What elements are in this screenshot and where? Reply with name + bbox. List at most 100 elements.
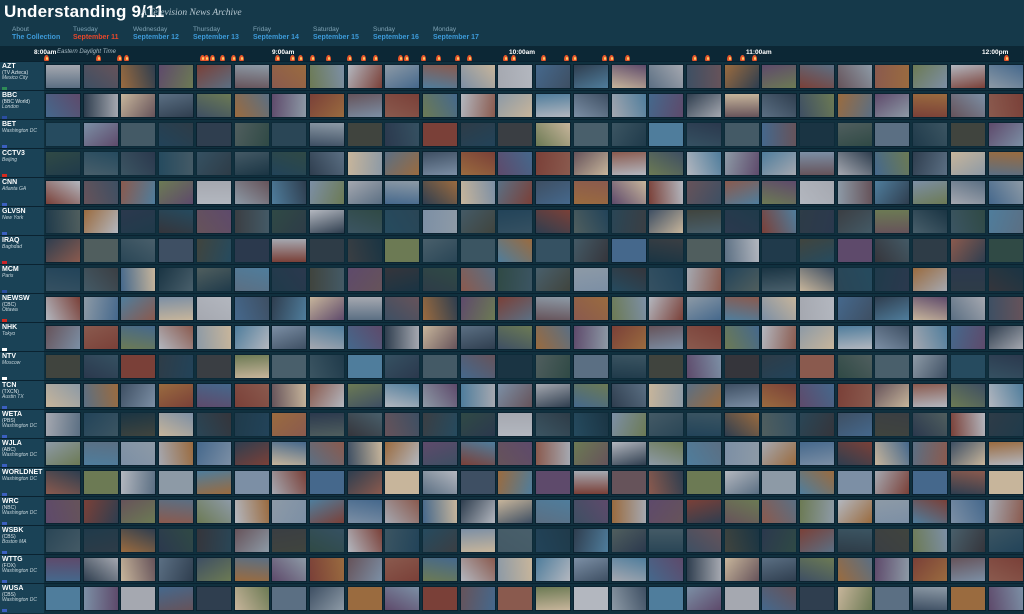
video-thumbnail[interactable] (874, 557, 910, 582)
video-thumbnail[interactable] (120, 267, 156, 292)
video-thumbnail[interactable] (799, 528, 835, 553)
video-thumbnail[interactable] (611, 64, 647, 89)
day-tab-6[interactable]: Sunday September 16 (373, 26, 419, 42)
video-thumbnail[interactable] (309, 586, 345, 611)
video-thumbnail[interactable] (535, 296, 571, 321)
video-thumbnail[interactable] (912, 180, 948, 205)
video-thumbnail[interactable] (761, 238, 797, 263)
channel-label[interactable]: WSBK (CBS) Boston MA (0, 526, 44, 555)
video-thumbnail[interactable] (234, 209, 270, 234)
video-thumbnail[interactable] (120, 93, 156, 118)
video-thumbnail[interactable] (912, 122, 948, 147)
video-thumbnail[interactable] (158, 528, 194, 553)
video-thumbnail[interactable] (460, 528, 496, 553)
video-thumbnail[interactable] (761, 64, 797, 89)
video-thumbnail[interactable] (234, 238, 270, 263)
video-thumbnail[interactable] (611, 528, 647, 553)
video-thumbnail[interactable] (45, 528, 81, 553)
video-thumbnail[interactable] (724, 64, 760, 89)
video-thumbnail[interactable] (724, 238, 760, 263)
video-thumbnail[interactable] (874, 412, 910, 437)
video-thumbnail[interactable] (384, 122, 420, 147)
video-thumbnail[interactable] (460, 209, 496, 234)
video-thumbnail[interactable] (950, 122, 986, 147)
video-thumbnail[interactable] (271, 354, 307, 379)
video-thumbnail[interactable] (535, 441, 571, 466)
video-thumbnail[interactable] (799, 499, 835, 524)
video-thumbnail[interactable] (648, 383, 684, 408)
video-thumbnail[interactable] (988, 325, 1024, 350)
video-thumbnail[interactable] (724, 412, 760, 437)
video-thumbnail[interactable] (686, 122, 722, 147)
video-thumbnail[interactable] (497, 238, 533, 263)
video-thumbnail[interactable] (573, 151, 609, 176)
video-thumbnail[interactable] (196, 383, 232, 408)
video-thumbnail[interactable] (497, 528, 533, 553)
video-thumbnail[interactable] (988, 586, 1024, 611)
video-thumbnail[interactable] (573, 383, 609, 408)
video-thumbnail[interactable] (422, 267, 458, 292)
video-thumbnail[interactable] (83, 267, 119, 292)
video-thumbnail[interactable] (874, 122, 910, 147)
day-tab-7[interactable]: Monday September 17 (433, 26, 479, 42)
video-thumbnail[interactable] (573, 354, 609, 379)
video-thumbnail[interactable] (535, 93, 571, 118)
video-thumbnail[interactable] (234, 528, 270, 553)
video-thumbnail[interactable] (422, 151, 458, 176)
video-thumbnail[interactable] (837, 586, 873, 611)
video-thumbnail[interactable] (384, 93, 420, 118)
video-thumbnail[interactable] (874, 296, 910, 321)
video-thumbnail[interactable] (761, 325, 797, 350)
video-thumbnail[interactable] (874, 238, 910, 263)
video-thumbnail[interactable] (158, 383, 194, 408)
video-thumbnail[interactable] (234, 93, 270, 118)
video-thumbnail[interactable] (874, 267, 910, 292)
video-thumbnail[interactable] (497, 64, 533, 89)
video-thumbnail[interactable] (686, 470, 722, 495)
video-thumbnail[interactable] (799, 180, 835, 205)
video-thumbnail[interactable] (384, 557, 420, 582)
video-thumbnail[interactable] (234, 296, 270, 321)
video-thumbnail[interactable] (271, 383, 307, 408)
video-thumbnail[interactable] (912, 470, 948, 495)
video-thumbnail[interactable] (45, 499, 81, 524)
video-thumbnail[interactable] (234, 586, 270, 611)
video-thumbnail[interactable] (234, 354, 270, 379)
video-thumbnail[interactable] (573, 296, 609, 321)
video-thumbnail[interactable] (837, 412, 873, 437)
video-thumbnail[interactable] (83, 412, 119, 437)
video-thumbnail[interactable] (535, 64, 571, 89)
video-thumbnail[interactable] (912, 238, 948, 263)
video-thumbnail[interactable] (724, 296, 760, 321)
video-thumbnail[interactable] (837, 383, 873, 408)
video-thumbnail[interactable] (271, 296, 307, 321)
video-thumbnail[interactable] (347, 267, 383, 292)
video-thumbnail[interactable] (120, 499, 156, 524)
video-thumbnail[interactable] (422, 354, 458, 379)
video-thumbnail[interactable] (686, 93, 722, 118)
video-thumbnail[interactable] (271, 151, 307, 176)
video-thumbnail[interactable] (196, 412, 232, 437)
video-thumbnail[interactable] (724, 528, 760, 553)
video-thumbnail[interactable] (761, 528, 797, 553)
video-thumbnail[interactable] (460, 383, 496, 408)
video-thumbnail[interactable] (686, 151, 722, 176)
video-thumbnail[interactable] (309, 267, 345, 292)
video-thumbnail[interactable] (234, 470, 270, 495)
video-thumbnail[interactable] (120, 151, 156, 176)
channel-label[interactable]: IRAQ Baghdad (0, 236, 44, 265)
video-thumbnail[interactable] (648, 151, 684, 176)
video-thumbnail[interactable] (347, 557, 383, 582)
video-thumbnail[interactable] (686, 354, 722, 379)
video-thumbnail[interactable] (761, 267, 797, 292)
video-thumbnail[interactable] (686, 209, 722, 234)
video-thumbnail[interactable] (611, 325, 647, 350)
video-thumbnail[interactable] (988, 296, 1024, 321)
video-thumbnail[interactable] (83, 383, 119, 408)
video-thumbnail[interactable] (196, 441, 232, 466)
video-thumbnail[interactable] (422, 64, 458, 89)
video-thumbnail[interactable] (535, 412, 571, 437)
video-thumbnail[interactable] (309, 412, 345, 437)
video-thumbnail[interactable] (83, 122, 119, 147)
video-thumbnail[interactable] (196, 499, 232, 524)
